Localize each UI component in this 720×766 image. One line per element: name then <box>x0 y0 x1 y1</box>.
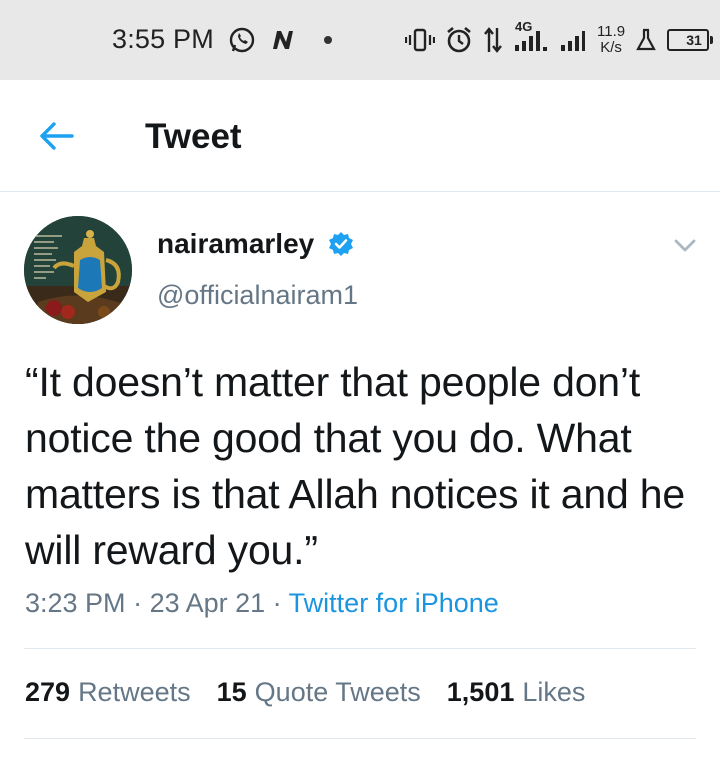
network-speed-unit: K/s <box>600 39 622 56</box>
divider <box>24 738 696 739</box>
battery-level: 31 <box>686 32 702 48</box>
likes-label: Likes <box>522 677 586 707</box>
back-arrow-icon <box>40 122 74 150</box>
network-speed-value: 11.9 <box>597 23 626 40</box>
quote-tweets-count: 15 <box>216 677 247 707</box>
tweet-source-link[interactable]: Twitter for iPhone <box>289 588 499 618</box>
status-time: 3:55 PM <box>112 24 214 54</box>
retweets-label: Retweets <box>78 677 191 707</box>
lab-icon <box>635 27 657 53</box>
tweet-meta: 3:23 PM · 23 Apr 21 · Twitter for iPhone <box>25 588 499 619</box>
page-title: Tweet <box>145 117 242 156</box>
tweet-time: 3:23 PM <box>25 588 126 618</box>
verified-badge-icon <box>329 232 353 256</box>
divider <box>24 648 696 649</box>
whatsapp-icon <box>228 26 256 54</box>
network-speed: 11.9 K/s <box>597 24 625 56</box>
user-handle[interactable]: @officialnairam1 <box>157 280 358 311</box>
status-bar-left: 3:55 PM <box>112 24 332 55</box>
back-button[interactable] <box>36 116 76 156</box>
retweets-count: 279 <box>25 677 71 707</box>
status-bar-right: 4G 11.9 K/s 31 <box>405 18 714 62</box>
likes-count: 1,501 <box>446 677 515 707</box>
display-name[interactable]: nairamarley <box>157 228 314 260</box>
quote-tweets-label: Quote Tweets <box>254 677 421 707</box>
signal-icon-2 <box>559 27 587 53</box>
likes-stat[interactable]: 1,501 Likes <box>447 677 586 708</box>
signal-icon: 4G <box>513 19 549 53</box>
quote-tweets-stat[interactable]: 15 Quote Tweets <box>217 677 421 708</box>
meta-separator: · <box>265 588 289 618</box>
retweets-stat[interactable]: 279 Retweets <box>25 677 191 708</box>
tweet-date: 23 Apr 21 <box>149 588 266 618</box>
tweet-stats: 279 Retweets 15 Quote Tweets 1,501 Likes <box>25 677 585 708</box>
alarm-icon <box>445 26 473 54</box>
data-arrows-icon <box>483 26 503 54</box>
dot-icon <box>323 35 332 44</box>
vibrate-icon <box>405 27 435 53</box>
avatar[interactable] <box>24 216 132 324</box>
meta-separator: · <box>125 588 150 618</box>
n-app-icon <box>270 27 296 53</box>
top-app-bar: Tweet <box>0 80 720 192</box>
status-bar: 3:55 PM 4G 11.9 K/s 31 <box>0 0 720 80</box>
network-type-label: 4G <box>515 19 533 34</box>
battery-icon: 31 <box>667 29 714 51</box>
chevron-down-icon[interactable] <box>672 232 698 258</box>
tweet-text: “It doesn’t matter that people don’t not… <box>25 359 685 573</box>
